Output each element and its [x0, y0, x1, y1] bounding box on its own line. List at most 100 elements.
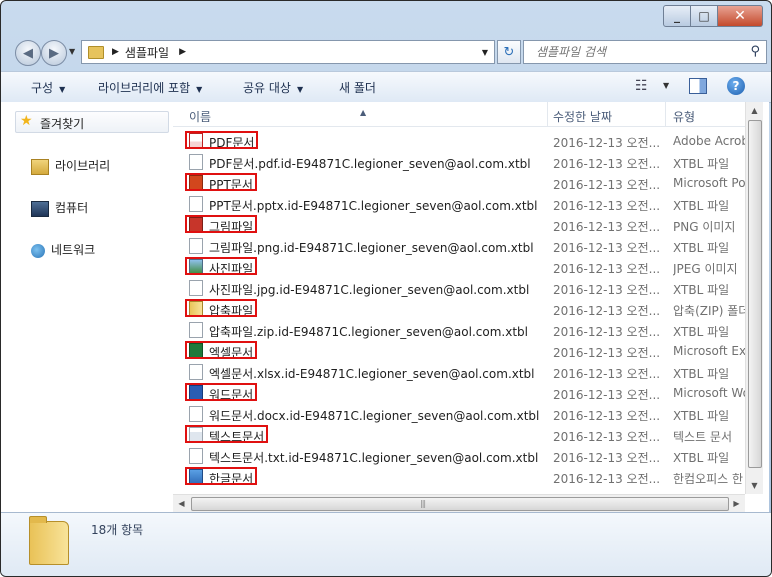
- file-row[interactable]: 압축파일 2016-12-13 오전... 압축(ZIP) 폴더: [173, 298, 753, 319]
- file-row[interactable]: PPT문서.pptx.id-E94871C.legioner_seven@aol…: [173, 193, 753, 214]
- maximize-icon: □: [698, 9, 710, 23]
- file-type: XTBL 파일: [673, 199, 730, 213]
- file-name[interactable]: 압축파일.zip.id-E94871C.legioner_seven@aol.c…: [209, 323, 528, 340]
- file-type: Microsoft Exc: [673, 344, 745, 358]
- include-in-library-menu[interactable]: 라이브러리에 포함 ▼: [98, 79, 202, 96]
- folder-icon: [88, 45, 104, 59]
- star-icon: ★: [20, 113, 33, 129]
- file-type: 압축(ZIP) 폴더: [673, 304, 745, 318]
- back-button[interactable]: ◀: [15, 40, 41, 66]
- back-arrow-icon: ◀: [23, 45, 33, 61]
- file-type: PNG 이미지: [673, 220, 736, 234]
- file-list: ▲ 이름 수정한 날짜 유형 PDF문서 2016-12-13 오전... Adob…: [173, 102, 769, 512]
- file-row[interactable]: 엑셀문서.xlsx.id-E94871C.legioner_seven@aol.…: [173, 361, 753, 382]
- file-row[interactable]: 텍스트문서.txt.id-E94871C.legioner_seven@aol.…: [173, 445, 753, 466]
- file-row[interactable]: 엑셀문서 2016-12-13 오전... Microsoft Exc: [173, 340, 753, 361]
- change-view-icon[interactable]: ☷: [635, 78, 648, 94]
- horizontal-scrollbar[interactable]: ◀ ||| ▶: [173, 494, 745, 512]
- nav-item-libraries[interactable]: 라이브러리: [31, 157, 110, 175]
- file-row[interactable]: 사진파일.jpg.id-E94871C.legioner_seven@aol.c…: [173, 277, 753, 298]
- file-row[interactable]: 워드문서.docx.id-E94871C.legioner_seven@aol.…: [173, 403, 753, 424]
- scroll-down-icon[interactable]: ▼: [746, 477, 763, 494]
- file-row[interactable]: 사진파일 2016-12-13 오전... JPEG 이미지: [173, 256, 753, 277]
- highlight-box: [185, 341, 257, 359]
- nav-item-network[interactable]: 네트워크: [31, 241, 95, 258]
- search-icon[interactable]: ⚲: [750, 44, 760, 59]
- vertical-scroll-thumb[interactable]: [748, 120, 762, 468]
- nav-item-computer[interactable]: 컴퓨터: [31, 199, 88, 217]
- highlight-box: [185, 215, 257, 233]
- file-date: 2016-12-13 오전...: [553, 430, 661, 444]
- refresh-button[interactable]: ↻: [497, 40, 521, 64]
- file-row[interactable]: PDF문서.pdf.id-E94871C.legioner_seven@aol.…: [173, 151, 753, 172]
- file-name[interactable]: 텍스트문서.txt.id-E94871C.legioner_seven@aol.…: [209, 449, 538, 466]
- file-name[interactable]: 워드문서.docx.id-E94871C.legioner_seven@aol.…: [209, 407, 539, 424]
- window-controls: _ □ ✕: [663, 5, 763, 27]
- scroll-right-icon[interactable]: ▶: [728, 495, 745, 512]
- search-box[interactable]: ⚲: [523, 40, 767, 64]
- file-date: 2016-12-13 오전...: [553, 199, 661, 213]
- vertical-scrollbar[interactable]: ▲ ▼: [745, 102, 763, 494]
- chevron-down-icon: ▼: [59, 85, 66, 94]
- minimize-button[interactable]: _: [663, 5, 691, 27]
- breadcrumb-separator-icon[interactable]: ▶: [112, 47, 119, 57]
- preview-pane-icon[interactable]: [689, 78, 707, 94]
- column-divider[interactable]: [665, 102, 666, 126]
- column-header-type[interactable]: 유형: [673, 108, 695, 125]
- file-row[interactable]: PDF문서 2016-12-13 오전... Adobe Acrob: [173, 130, 753, 151]
- maximize-button[interactable]: □: [691, 5, 718, 27]
- folder-icon: [29, 516, 69, 565]
- file-name[interactable]: 사진파일.jpg.id-E94871C.legioner_seven@aol.c…: [209, 281, 529, 298]
- file-row[interactable]: 워드문서 2016-12-13 오전... Microsoft Wo: [173, 382, 753, 403]
- file-row[interactable]: 한글문서 2016-12-13 오전... 한컴오피스 한: [173, 466, 753, 487]
- file-type: XTBL 파일: [673, 325, 730, 339]
- address-history-dropdown[interactable]: ▼: [482, 48, 488, 57]
- breadcrumb-separator-icon[interactable]: ▶: [179, 47, 186, 57]
- new-folder-button[interactable]: 새 폴더: [339, 79, 376, 96]
- file-row[interactable]: 압축파일.zip.id-E94871C.legioner_seven@aol.c…: [173, 319, 753, 340]
- file-type: XTBL 파일: [673, 283, 730, 297]
- file-name[interactable]: PPT문서.pptx.id-E94871C.legioner_seven@aol…: [209, 197, 538, 214]
- scroll-up-icon[interactable]: ▲: [746, 102, 763, 119]
- share-with-menu[interactable]: 공유 대상 ▼: [243, 79, 303, 96]
- file-name[interactable]: 엑셀문서.xlsx.id-E94871C.legioner_seven@aol.…: [209, 365, 535, 382]
- recent-pages-dropdown[interactable]: ▼: [69, 47, 75, 56]
- file-type: XTBL 파일: [673, 409, 730, 423]
- highlight-box: [185, 299, 257, 317]
- column-header-name[interactable]: 이름: [189, 108, 211, 125]
- file-name[interactable]: PDF문서.pdf.id-E94871C.legioner_seven@aol.…: [209, 155, 531, 172]
- organize-menu[interactable]: 구성 ▼: [31, 79, 65, 96]
- forward-button[interactable]: ▶: [41, 40, 67, 66]
- column-divider[interactable]: [547, 102, 548, 126]
- sort-ascending-icon: ▲: [360, 108, 367, 117]
- file-date: 2016-12-13 오전...: [553, 283, 661, 297]
- file-type: JPEG 이미지: [673, 262, 738, 276]
- minimize-icon: _: [674, 9, 680, 23]
- breadcrumb-current-folder[interactable]: 샘플파일: [125, 44, 169, 61]
- horizontal-scroll-thumb[interactable]: |||: [191, 497, 729, 511]
- file-name[interactable]: 그림파일.png.id-E94871C.legioner_seven@aol.c…: [209, 239, 534, 256]
- file-type: Microsoft Wo: [673, 386, 745, 400]
- help-icon[interactable]: ?: [727, 77, 745, 95]
- file-row[interactable]: 텍스트문서 2016-12-13 오전... 텍스트 문서: [173, 424, 753, 445]
- column-header-row: ▲ 이름 수정한 날짜 유형: [173, 102, 753, 127]
- highlight-box: [185, 257, 257, 275]
- file-icon: [189, 364, 203, 380]
- file-row[interactable]: PPT문서 2016-12-13 오전... Microsoft Po: [173, 172, 753, 193]
- file-icon: [189, 280, 203, 296]
- file-date: 2016-12-13 오전...: [553, 178, 661, 192]
- column-header-date[interactable]: 수정한 날짜: [553, 108, 612, 125]
- close-button[interactable]: ✕: [718, 5, 763, 27]
- file-row[interactable]: 그림파일 2016-12-13 오전... PNG 이미지: [173, 214, 753, 235]
- search-input[interactable]: [534, 41, 738, 63]
- nav-item-favorites[interactable]: ★ 즐겨찾기: [15, 111, 169, 133]
- file-row[interactable]: 그림파일.png.id-E94871C.legioner_seven@aol.c…: [173, 235, 753, 256]
- view-options-dropdown[interactable]: ▼: [663, 81, 669, 90]
- file-date: 2016-12-13 오전...: [553, 367, 661, 381]
- file-type: XTBL 파일: [673, 451, 730, 465]
- file-date: 2016-12-13 오전...: [553, 388, 661, 402]
- file-date: 2016-12-13 오전...: [553, 325, 661, 339]
- file-icon: [189, 238, 203, 254]
- scroll-left-icon[interactable]: ◀: [173, 495, 190, 512]
- address-bar[interactable]: ▶ 샘플파일 ▶ ▼: [81, 40, 495, 64]
